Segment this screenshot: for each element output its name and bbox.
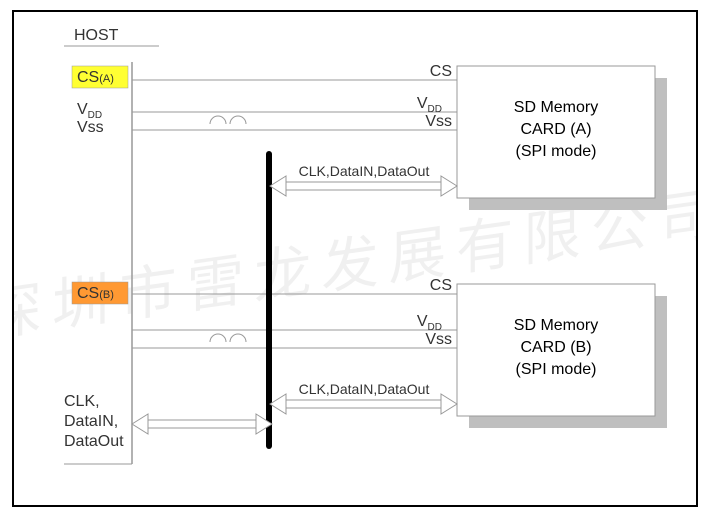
hop-2 (230, 116, 246, 124)
hop-1 (210, 116, 226, 124)
wire-cs-a-label: CS (430, 63, 452, 80)
card-a-line1: SD Memory (514, 99, 598, 116)
arrow-bus-card-a (270, 176, 457, 196)
diagram-frame: 深圳市雷龙发展有限公司 HOST SD Memory CARD (A) (SPI… (12, 10, 698, 507)
wire-cs-b-label: CS (430, 277, 452, 294)
host-title: HOST (74, 27, 119, 44)
wire-vss-b-label: Vss (425, 331, 452, 348)
pin-vdd-label: VDD (77, 101, 102, 121)
host-bus-line3: DataOut (64, 433, 124, 450)
wire-vss-a-label: Vss (425, 113, 452, 130)
card-b-line3: (SPI mode) (516, 361, 597, 378)
card-a-line3: (SPI mode) (516, 143, 597, 160)
host-bus-line2: DataIN, (64, 413, 118, 430)
bus-a-label: CLK,DataIN,DataOut (299, 163, 430, 179)
card-b-line1: SD Memory (514, 317, 598, 334)
pin-vss-label: Vss (77, 119, 104, 136)
hop-3 (210, 334, 226, 342)
host-bus-line1: CLK, (64, 393, 100, 410)
bus-b-label: CLK,DataIN,DataOut (299, 381, 430, 397)
card-a-line2: CARD (A) (520, 121, 591, 138)
card-b-line2: CARD (B) (520, 339, 591, 356)
hop-4 (230, 334, 246, 342)
arrow-host-bus (132, 414, 272, 434)
arrow-bus-card-b (270, 394, 457, 414)
